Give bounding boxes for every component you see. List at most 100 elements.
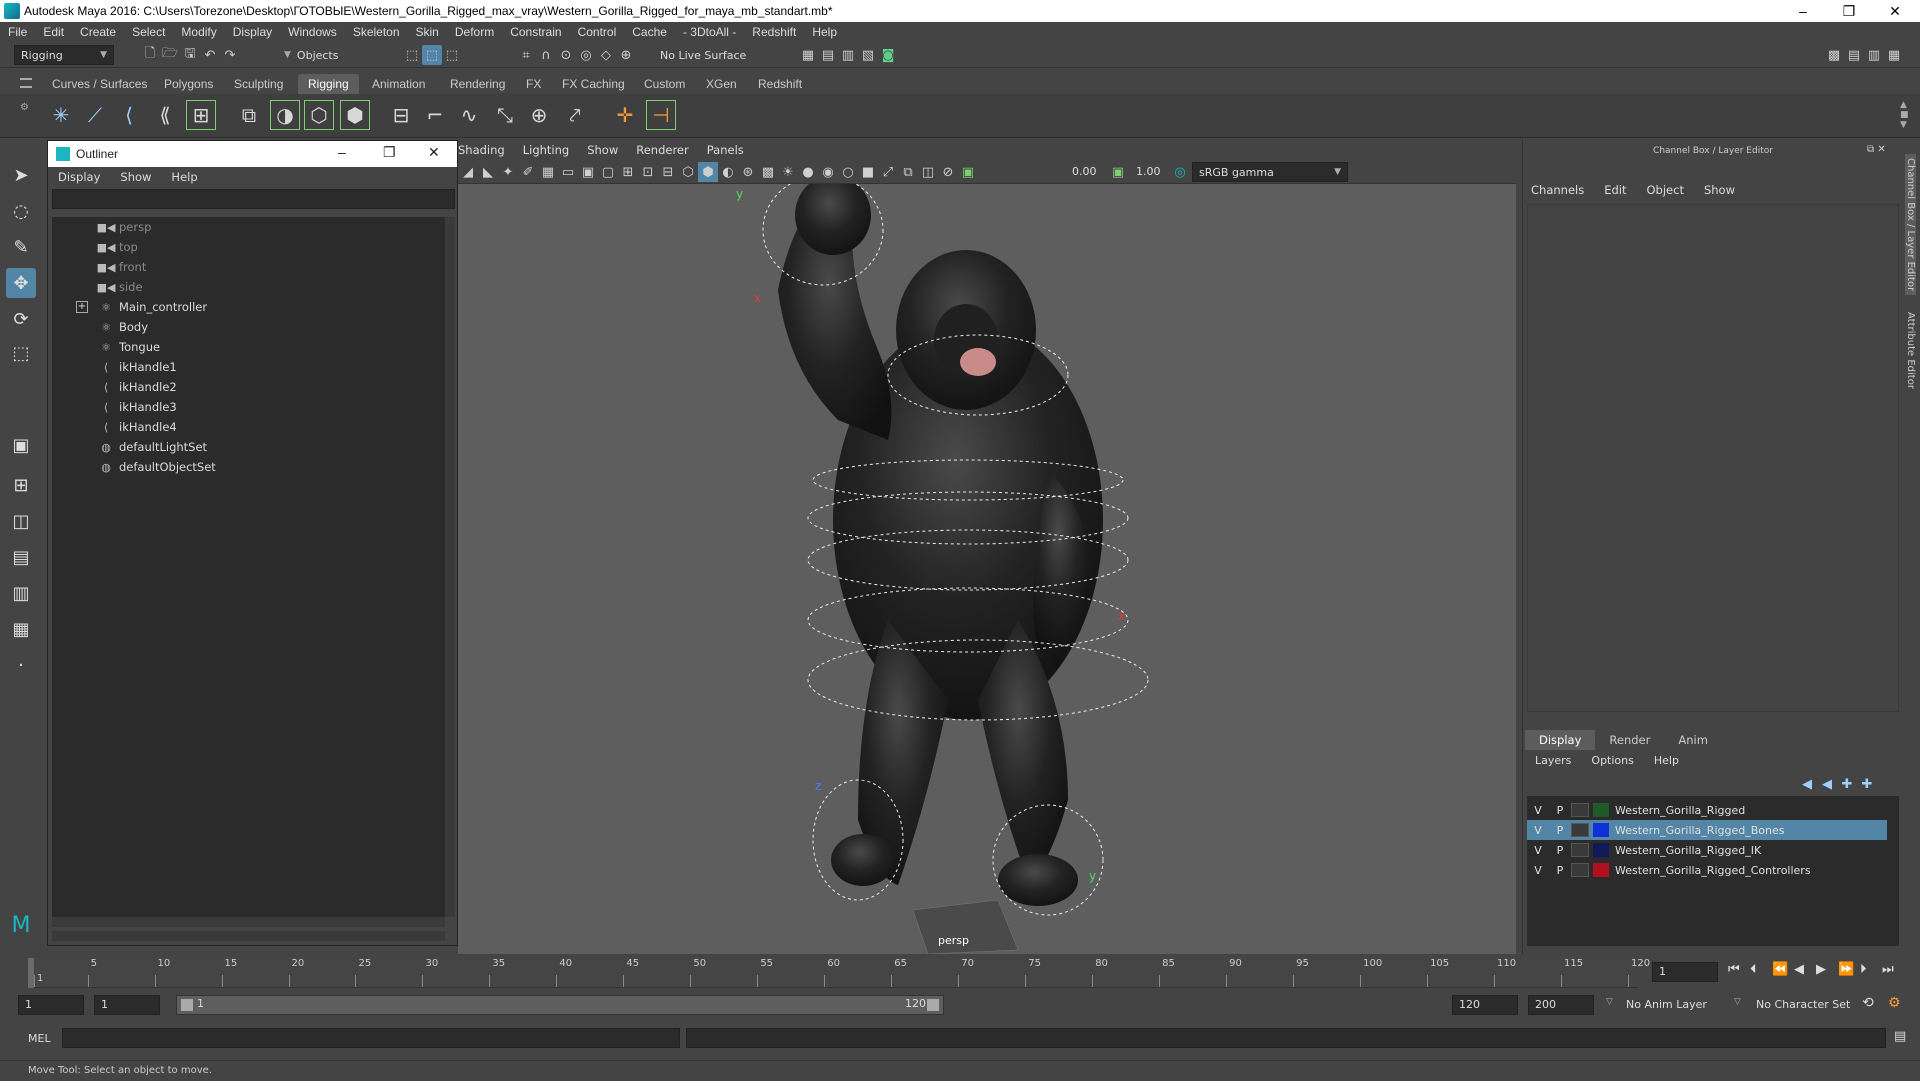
layer-name[interactable]: Western_Gorilla_Rigged_IK	[1615, 844, 1761, 857]
outliner-item-main-controller[interactable]: ⚛ Main_controller	[98, 297, 207, 317]
layer-row-controllers[interactable]: V P Western_Gorilla_Rigged_Controllers	[1527, 860, 1887, 880]
mirror-joints-icon[interactable]: ⟪	[150, 100, 180, 130]
tab-display-layers[interactable]: Display	[1525, 730, 1596, 750]
outliner-minimize-button[interactable]: –	[338, 144, 346, 160]
gate-mask-icon[interactable]: ▢	[598, 162, 618, 182]
gamma-icon[interactable]: ▣	[1108, 162, 1128, 182]
layer-color-swatch[interactable]	[1593, 863, 1609, 877]
chevron-down-icon[interactable]: ▽	[1734, 997, 1741, 1007]
step-back-key-icon[interactable]: ⏪	[1772, 962, 1788, 977]
le-menu-layers[interactable]: Layers	[1535, 754, 1571, 767]
snap-grid-icon[interactable]: ⌗	[516, 45, 536, 65]
paint-weights-icon[interactable]: ⬢	[340, 100, 370, 130]
layer-visibility-toggle[interactable]: V	[1527, 844, 1549, 857]
vp-menu-renderer[interactable]: Renderer	[627, 143, 698, 157]
create-joints-icon[interactable]: ✳	[46, 100, 76, 130]
expand-toggle-icon[interactable]: +	[76, 301, 88, 313]
tab-animation[interactable]: Animation	[362, 74, 435, 94]
paint-select-tool-icon[interactable]: ✎	[6, 232, 36, 262]
outliner-item-defaultobjectset[interactable]: ◍ defaultObjectSet	[98, 457, 216, 477]
outliner-item-body[interactable]: ⚛ Body	[98, 317, 148, 337]
menuset-dropdown[interactable]: Rigging ▼	[14, 45, 114, 65]
layer-display-type-toggle[interactable]	[1571, 803, 1589, 817]
exposure-icon[interactable]: ▣	[958, 162, 978, 182]
outliner-item-ikhandle2[interactable]: ⟨ ikHandle2	[98, 377, 177, 397]
vp-menu-show[interactable]: Show	[578, 143, 627, 157]
minimize-button[interactable]: –	[1780, 0, 1826, 22]
go-to-end-icon[interactable]: ⏭	[1882, 962, 1894, 977]
outliner-item-top[interactable]: ■◀ top	[97, 237, 138, 257]
ik-spline-icon[interactable]: ⟨	[114, 100, 144, 130]
tab-render-layers[interactable]: Render	[1595, 730, 1664, 750]
select-object-icon[interactable]: ⬚	[422, 45, 442, 65]
channelbox-attribute-area[interactable]	[1527, 204, 1899, 712]
current-frame-field[interactable]: 1	[1652, 962, 1718, 982]
camera-attr-icon[interactable]: ◣	[478, 162, 498, 182]
colorspace-dropdown[interactable]: sRGB gamma ▼	[1192, 162, 1348, 182]
select-component-icon[interactable]: ⬚	[442, 45, 462, 65]
menu-skin[interactable]: Skin	[408, 25, 447, 39]
film-gate-icon[interactable]: ▭	[558, 162, 578, 182]
move-layer-up-icon[interactable]: ◀	[1797, 774, 1817, 794]
auto-key-icon[interactable]: ⟲	[1862, 995, 1874, 1011]
aim-constraint-icon[interactable]: ⤤	[560, 100, 590, 130]
range-bar[interactable]: 1 120	[176, 995, 944, 1015]
toggle-tool-settings-icon[interactable]: ▦	[1884, 45, 1904, 65]
outliner-vertical-scrollbar[interactable]	[445, 217, 455, 917]
layout-options-icon[interactable]: ·	[6, 650, 36, 680]
outliner-bottom-scrollbar[interactable]	[52, 931, 445, 941]
outliner-search-input[interactable]	[52, 189, 455, 209]
tab-rendering[interactable]: Rendering	[440, 74, 515, 94]
layer-visibility-toggle[interactable]: V	[1527, 824, 1549, 837]
layer-row-ik[interactable]: V P Western_Gorilla_Rigged_IK	[1527, 840, 1887, 860]
field-chart-icon[interactable]: ⊞	[618, 162, 638, 182]
vp-menu-shading[interactable]: Shading	[458, 143, 514, 157]
scale-tool-icon[interactable]: ⬚	[6, 338, 36, 368]
layer-color-swatch[interactable]	[1593, 823, 1609, 837]
menu-edit[interactable]: Edit	[35, 25, 72, 39]
command-input[interactable]	[62, 1028, 680, 1048]
layer-playback-toggle[interactable]: P	[1549, 804, 1571, 817]
step-back-frame-icon[interactable]: ⏴	[1750, 962, 1757, 977]
restore-button[interactable]: ❐	[1826, 0, 1872, 22]
snap-point-icon[interactable]: ⊙	[556, 45, 576, 65]
layer-name[interactable]: Western_Gorilla_Rigged_Bones	[1615, 824, 1784, 837]
outliner-menu-show[interactable]: Show	[110, 170, 161, 184]
menu-cache[interactable]: Cache	[624, 25, 675, 39]
cb-menu-object[interactable]: Object	[1647, 183, 1684, 197]
motion-blur-icon[interactable]: ○	[838, 162, 858, 182]
tab-polygons[interactable]: Polygons	[154, 74, 223, 94]
default-lighting-icon[interactable]: ◐	[718, 162, 738, 182]
step-forward-frame-icon[interactable]: ⏵	[1860, 962, 1867, 977]
menu-select[interactable]: Select	[124, 25, 173, 39]
layer-display-type-toggle[interactable]	[1571, 843, 1589, 857]
outliner-menu-help[interactable]: Help	[161, 170, 207, 184]
lasso-tool-icon[interactable]: ◌	[6, 196, 36, 226]
menu-skeleton[interactable]: Skeleton	[345, 25, 408, 39]
play-forwards-icon[interactable]: ▶	[1816, 962, 1826, 977]
layer-display-type-toggle[interactable]	[1571, 823, 1589, 837]
new-layer-icon[interactable]: ✚	[1837, 774, 1857, 794]
tab-redshift[interactable]: Redshift	[748, 74, 812, 94]
menu-control[interactable]: Control	[570, 25, 625, 39]
script-editor-icon[interactable]: ▤	[1894, 1029, 1906, 1044]
layer-playback-toggle[interactable]: P	[1549, 824, 1571, 837]
layer-row-bones[interactable]: V P Western_Gorilla_Rigged_Bones	[1527, 820, 1887, 840]
timeline-track[interactable]: 1 5 10 15 20 25 30 35 40 45 50 55 60 65 70 75 80 85 90 95 10…	[28, 958, 1650, 988]
new-scene-icon[interactable]: 🗋	[140, 45, 160, 65]
gamma-value[interactable]: 1.00	[1136, 163, 1161, 181]
layer-row-rigged[interactable]: V P Western_Gorilla_Rigged	[1527, 800, 1887, 820]
side-tab-channelbox[interactable]: Channel Box / Layer Editor	[1905, 154, 1916, 296]
layer-playback-toggle[interactable]: P	[1549, 864, 1571, 877]
selection-mode-dropdown[interactable]: ▼ Objects	[278, 45, 380, 65]
grid-icon[interactable]: ▦	[538, 162, 558, 182]
xray-icon[interactable]: ⧉	[898, 162, 918, 182]
xray-active-icon[interactable]: ⊘	[938, 162, 958, 182]
new-layer-selected-icon[interactable]: ✚	[1857, 774, 1877, 794]
interactive-bind-icon[interactable]: ⬡	[304, 100, 334, 130]
animation-prefs-icon[interactable]: ⚙	[1888, 995, 1901, 1011]
outliner-item-ikhandle3[interactable]: ⟨ ikHandle3	[98, 397, 177, 417]
exposure-value[interactable]: 0.00	[1072, 163, 1097, 181]
ipr-render-icon[interactable]: ▧	[858, 45, 878, 65]
layout-graph-icon[interactable]: ▥	[6, 578, 36, 608]
